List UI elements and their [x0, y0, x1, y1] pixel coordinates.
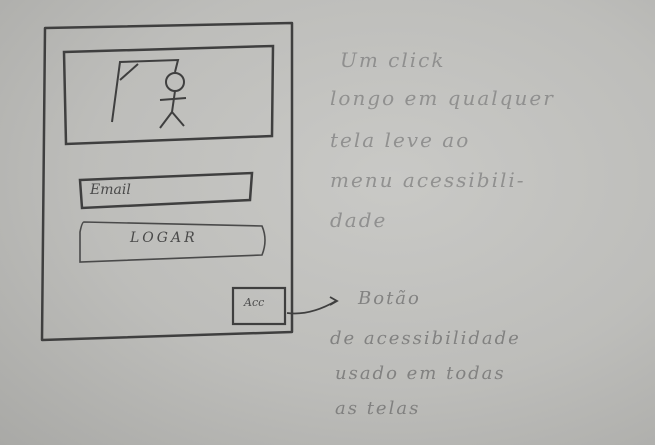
top-note-line-5: dade: [330, 208, 388, 232]
arrow-icon: [286, 296, 339, 315]
top-note-line-3: tela leve ao: [330, 128, 471, 152]
accessibility-button[interactable]: Acc: [244, 296, 264, 309]
email-field[interactable]: Email: [90, 182, 131, 198]
arrow-note-line-3: usado em todas: [335, 363, 506, 384]
arrow-note-line-2: de acessibilidade: [330, 328, 521, 349]
arrow-note-line-4: as telas: [335, 398, 421, 419]
mockup-sketch: [40, 21, 339, 342]
stick-figure-icon: [111, 58, 187, 129]
paper-sheet: Email LOGAR Acc Um click longo em qualqu…: [0, 0, 655, 445]
arrow-note-line-1: Botão: [358, 288, 421, 309]
top-note-line-2: longo em qualquer: [330, 86, 555, 110]
top-note-line-1: Um click: [340, 48, 446, 72]
login-button[interactable]: LOGAR: [130, 230, 198, 246]
top-note-line-4: menu acessibili-: [330, 168, 526, 192]
